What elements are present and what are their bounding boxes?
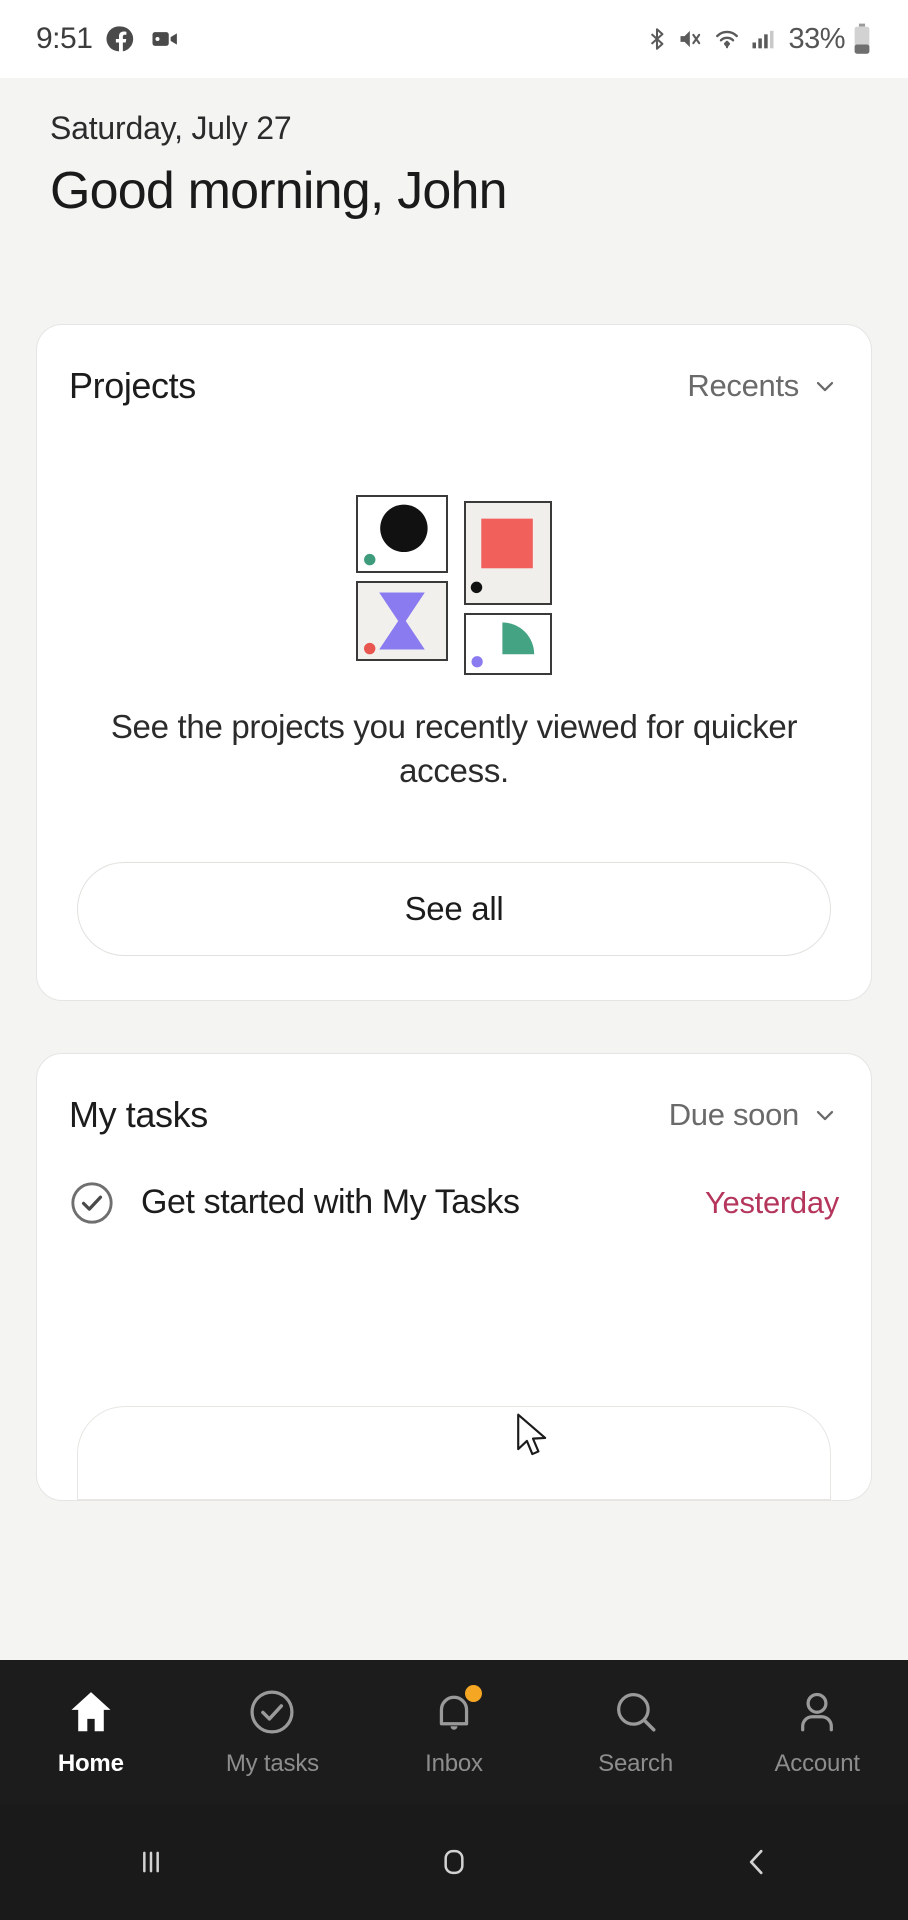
status-bar-left: 9:51: [36, 22, 180, 56]
nav-label-my-tasks: My tasks: [225, 1750, 319, 1777]
status-bar-clock: 9:51: [36, 22, 93, 55]
my-tasks-filter-dropdown[interactable]: Due soon: [669, 1097, 839, 1133]
illustration-tile-1: [356, 494, 448, 573]
home-button[interactable]: [303, 1842, 606, 1882]
greeting-header: Saturday, July 27 Good morning, John: [0, 78, 908, 224]
illustration-tile-4: [464, 612, 552, 675]
bottom-navigation-bar: Home My tasks Inbox Search Account: [0, 1660, 908, 1804]
my-tasks-card-spacer: [37, 1226, 871, 1406]
nav-item-home[interactable]: Home: [0, 1686, 182, 1778]
my-tasks-filter-label: Due soon: [668, 1096, 800, 1132]
black-circle-shape: [364, 504, 428, 566]
task-due-date: Yesterday: [704, 1184, 839, 1220]
chevron-down-icon: [816, 381, 834, 391]
my-tasks-card: My tasks Due soon Get started with My Ta…: [36, 1052, 872, 1501]
recent-projects-illustration: [356, 494, 552, 675]
my-tasks-card-title: My tasks: [69, 1093, 208, 1135]
battery-percent-label: 33%: [788, 22, 845, 55]
check-circle-icon: [246, 1686, 298, 1738]
recents-button[interactable]: [0, 1842, 303, 1882]
task-row[interactable]: Get started with My Tasks Yesterday: [37, 1180, 871, 1226]
illustration-tile-3: [356, 580, 448, 661]
phone-screen: 9:51 33% Saturday, July 27 Good morning,…: [0, 0, 908, 1920]
projects-filter-label: Recents: [687, 367, 799, 403]
see-all-button[interactable]: See all: [77, 861, 831, 956]
greeting-date: Saturday, July 27: [50, 110, 292, 146]
projects-card-header: Projects Recents: [37, 365, 871, 407]
nav-label-search: Search: [598, 1750, 673, 1777]
my-tasks-card-header: My tasks Due soon: [37, 1094, 871, 1136]
facebook-icon: [106, 26, 134, 52]
purple-hourglass-shape: [364, 592, 425, 655]
nav-item-account[interactable]: Account: [726, 1686, 908, 1778]
nav-label-home: Home: [57, 1750, 124, 1777]
nav-item-my-tasks[interactable]: My tasks: [182, 1686, 364, 1778]
bell-icon: [428, 1685, 482, 1738]
check-circle-icon[interactable]: [69, 1180, 115, 1226]
see-all-label: See all: [404, 889, 504, 927]
back-button[interactable]: [605, 1842, 908, 1882]
home-scroll-content: Saturday, July 27 Good morning, John Pro…: [0, 78, 908, 1660]
battery-icon: [854, 23, 870, 54]
green-quarter-circle-shape: [471, 622, 535, 668]
system-navigation-bar: [0, 1804, 908, 1920]
cellular-signal-icon: [752, 30, 774, 49]
illustration-tile-2: [464, 500, 552, 605]
video-camera-icon: [152, 32, 178, 46]
home-square-icon: [444, 1849, 464, 1875]
projects-filter-dropdown[interactable]: Recents: [687, 368, 839, 404]
recents-icon: [143, 1851, 160, 1873]
status-bar: 9:51 33%: [0, 0, 908, 78]
my-tasks-see-all-button-clipped[interactable]: [77, 1405, 831, 1500]
wifi-icon: [716, 30, 739, 49]
home-icon: [65, 1686, 117, 1738]
nav-label-account: Account: [774, 1750, 861, 1777]
projects-card-title: Projects: [69, 364, 196, 406]
bluetooth-icon: [651, 28, 664, 50]
nav-label-inbox: Inbox: [425, 1750, 483, 1777]
chevron-down-icon: [816, 1110, 834, 1121]
status-bar-right: 33%: [644, 23, 872, 56]
task-name: Get started with My Tasks: [141, 1183, 520, 1222]
nav-item-inbox[interactable]: Inbox: [363, 1685, 545, 1778]
search-icon: [610, 1686, 662, 1738]
inbox-unread-badge: [464, 1685, 482, 1702]
person-icon: [791, 1686, 843, 1738]
mute-icon: [680, 30, 701, 48]
back-chevron-icon: [749, 1849, 763, 1875]
projects-empty-illustration-wrap: [37, 494, 871, 675]
projects-card: Projects Recents See the projects you re…: [36, 323, 872, 1001]
red-square-shape: [470, 518, 533, 593]
greeting-title: Good morning, John: [50, 161, 508, 220]
projects-empty-text: See the projects you recently viewed for…: [110, 707, 798, 790]
nav-item-search[interactable]: Search: [545, 1686, 727, 1778]
